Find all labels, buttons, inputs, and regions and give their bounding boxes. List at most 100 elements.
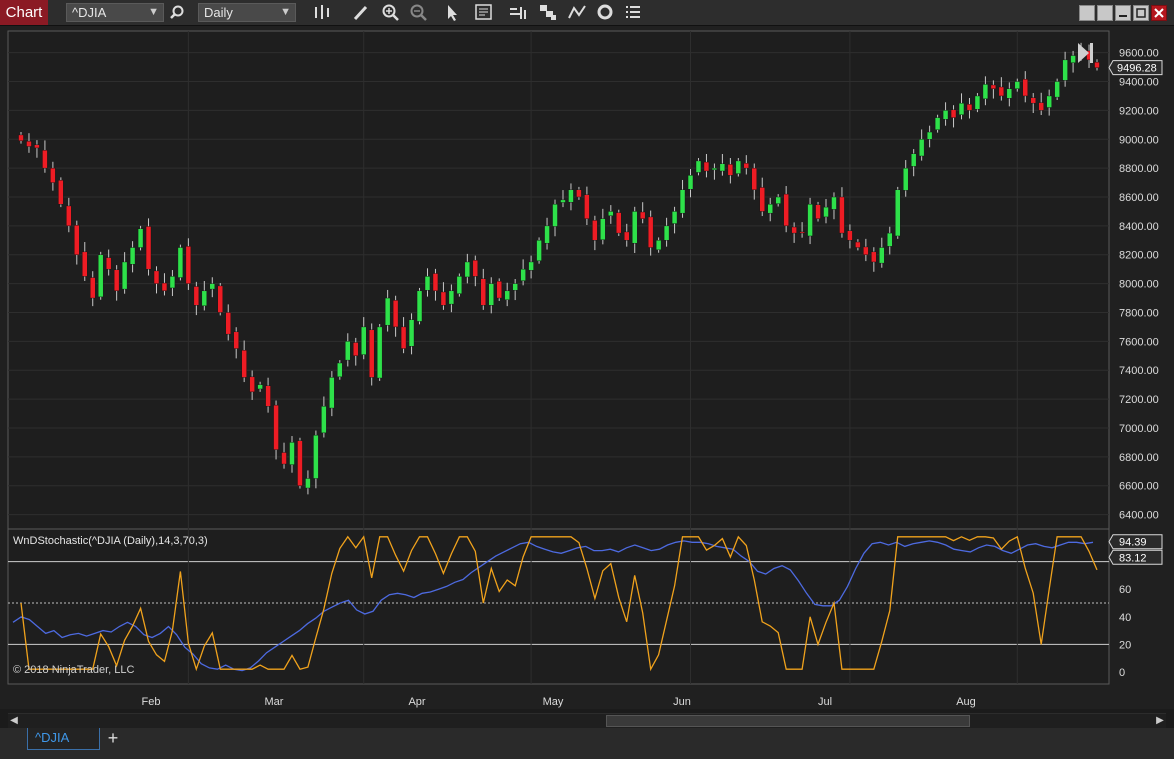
candle-body <box>113 269 120 292</box>
candle-body <box>448 290 455 305</box>
candle-body <box>281 452 287 465</box>
candle-body <box>1030 97 1036 104</box>
candle-body <box>934 117 941 130</box>
x-tick-label: Jun <box>673 696 691 708</box>
price-tick-label: 8800.00 <box>1119 163 1159 175</box>
price-tick-label: 7000.00 <box>1119 423 1159 435</box>
search-icon[interactable] <box>168 2 190 23</box>
candle-body <box>209 283 215 290</box>
interval-value: Daily <box>204 5 233 20</box>
candle-body <box>1062 59 1068 81</box>
chart-style-icon[interactable] <box>537 2 559 23</box>
candle-body <box>640 211 646 219</box>
candle-body <box>121 261 128 290</box>
close-icon[interactable] <box>1151 5 1167 21</box>
candle-body <box>432 273 439 292</box>
candle-body <box>137 228 144 248</box>
minimize-icon[interactable] <box>1115 5 1131 21</box>
data-box-icon[interactable] <box>473 2 495 23</box>
candle-body <box>1006 88 1012 99</box>
pointer-icon[interactable] <box>441 2 463 23</box>
price-tick-label: 9000.00 <box>1119 134 1159 146</box>
candle-body <box>990 84 997 89</box>
x-tick-label: Apr <box>408 696 425 708</box>
tab-djia[interactable]: ^DJIA <box>27 728 100 750</box>
instrument-selector[interactable]: ^DJIA ▼ <box>66 3 164 22</box>
candle-body <box>42 150 48 169</box>
candle-body <box>544 225 550 244</box>
candle-body <box>34 144 40 149</box>
x-tick-label: Mar <box>265 696 284 708</box>
maximize-icon[interactable] <box>1133 5 1149 21</box>
candle-body <box>751 167 757 190</box>
candle-body <box>895 189 901 237</box>
candle-body <box>217 285 223 313</box>
candle-body <box>887 232 893 247</box>
chevron-down-icon: ▼ <box>280 6 291 18</box>
price-tick-label: 7200.00 <box>1119 394 1159 406</box>
candle-body <box>759 187 765 212</box>
candle-body <box>249 376 255 393</box>
price-tick-label: 6600.00 <box>1119 481 1159 493</box>
candle-body <box>1022 79 1028 97</box>
candle-body <box>823 206 829 218</box>
properties-icon[interactable] <box>622 2 644 23</box>
candle-body <box>376 326 383 379</box>
candle-body <box>1038 102 1044 111</box>
copyright-label: © 2018 NinjaTrader, LLC <box>13 664 134 676</box>
candle-body <box>950 109 957 118</box>
add-tab-button[interactable]: + <box>102 728 124 750</box>
candle-body <box>1046 95 1052 108</box>
candle-body <box>145 226 152 270</box>
candle-body <box>560 199 566 203</box>
horizontal-scrollbar[interactable]: ◀ ▶ <box>8 713 1166 729</box>
candle-body <box>568 189 574 203</box>
window-tile2-icon[interactable] <box>1097 5 1113 21</box>
candle-body <box>655 240 662 251</box>
scroll-left-icon[interactable]: ◀ <box>8 714 20 728</box>
candle-body <box>727 164 734 176</box>
scroll-right-icon[interactable]: ▶ <box>1154 714 1166 728</box>
candle-body <box>289 442 295 465</box>
chart-title-button[interactable]: Chart <box>0 0 48 25</box>
price-tick-label: 8200.00 <box>1119 250 1159 262</box>
bar-type-icon[interactable] <box>311 2 333 23</box>
candle-body <box>321 406 327 434</box>
candle-body <box>576 189 582 198</box>
zoom-out-icon[interactable] <box>408 2 430 23</box>
candle-body <box>807 204 813 237</box>
candle-body <box>958 102 965 115</box>
price-tick-label: 9600.00 <box>1119 48 1159 60</box>
candle-body <box>329 377 335 409</box>
candle-body <box>361 326 367 355</box>
interval-selector[interactable]: Daily ▼ <box>198 3 296 22</box>
candle-body <box>671 211 678 224</box>
window-tile-icon[interactable] <box>1079 5 1095 21</box>
candle-body <box>998 86 1005 97</box>
scrollbar-thumb[interactable] <box>606 715 970 727</box>
candle-body <box>871 251 877 263</box>
candle-body <box>855 241 861 248</box>
candle-body <box>153 270 160 284</box>
indicators-icon[interactable] <box>566 2 588 23</box>
candle-body <box>177 247 184 278</box>
candle-body <box>424 276 431 291</box>
price-tick-label: 9400.00 <box>1119 77 1159 89</box>
candle-body <box>106 257 112 270</box>
zoom-in-icon[interactable] <box>380 2 402 23</box>
candle-body <box>400 326 407 349</box>
draw-pencil-icon[interactable] <box>350 2 372 23</box>
indicator-tick-label: 40 <box>1119 612 1131 624</box>
candle-body <box>18 134 24 141</box>
candle-body <box>297 440 303 486</box>
candle-body <box>942 110 949 120</box>
candle-body <box>966 104 973 111</box>
refresh-icon[interactable] <box>594 2 616 23</box>
candle-body <box>392 300 399 328</box>
bar-spacing-icon[interactable] <box>507 2 529 23</box>
chart-canvas[interactable]: 9600.00 9400.00 9200.00 9000.00 8800.00 8600.… <box>0 26 1174 709</box>
candle-body <box>488 283 494 306</box>
candle-body <box>313 434 319 479</box>
candle-body <box>911 153 917 167</box>
candle-body <box>839 196 845 234</box>
